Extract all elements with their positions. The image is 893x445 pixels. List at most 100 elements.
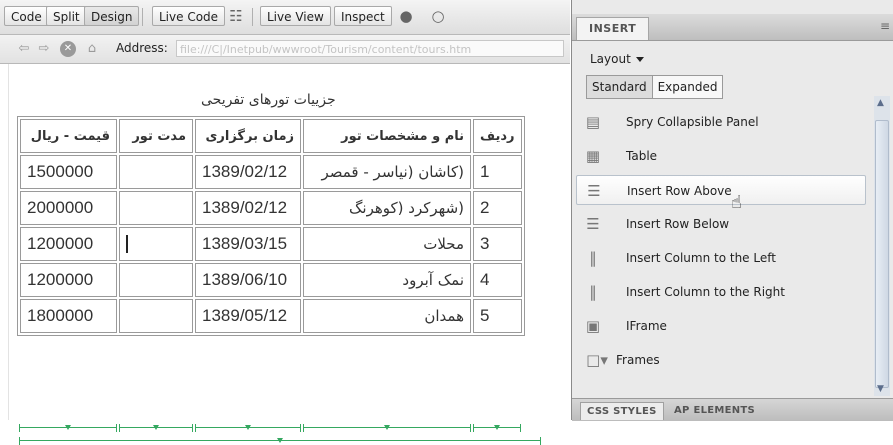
table-caption: جزییات تورهای تفریحی [201,92,336,108]
column-width-guide[interactable] [473,424,521,432]
insert-row-below-icon: ☰ [586,215,600,233]
address-input[interactable]: file:///C|/Inetpub/wwwroot/Tourism/conte… [176,40,564,57]
table-row: 1800000 1389/05/12 همدان 5 [20,299,522,333]
live-code-button[interactable]: Live Code [152,6,226,26]
table-cell-row-number[interactable]: 3 [473,227,522,261]
visual-aids-icon[interactable]: ○ [428,7,448,25]
scrollbar-thumb[interactable] [875,120,889,388]
table-row: 2000000 1389/02/12 (شهرکرد (کوهرنگ 2 [20,191,522,225]
back-arrow-icon[interactable]: ⇦ [16,41,32,57]
spry-collapsible-panel-icon: ▤ [585,113,601,131]
list-item-label: Spry Collapsible Panel [626,115,759,129]
table-cell-row-number[interactable]: 2 [473,191,522,225]
header-cell-row-number[interactable]: ردیف [473,119,522,153]
column-width-guides [19,424,539,434]
code-view-button[interactable]: Code [4,6,49,26]
column-width-guide[interactable] [195,424,301,432]
table-cell-row-number[interactable]: 4 [473,263,522,297]
column-width-guide[interactable] [19,424,117,432]
insert-column-left-icon: ‖ [589,249,597,267]
text-caret [126,235,128,254]
live-view-button[interactable]: Live View [260,6,331,26]
address-label: Address: [116,41,168,55]
list-item-label: Insert Column to the Left [626,251,776,265]
list-item-table[interactable]: ▦ Table [576,141,866,171]
toolbar-divider [252,8,253,26]
column-width-guide[interactable] [303,424,471,432]
insert-row-above-icon: ☰ [587,182,601,200]
table-cell-price[interactable]: 1500000 [20,155,117,189]
list-item-insert-row-above[interactable]: ☰ Insert Row Above ☝ [576,175,866,213]
forward-arrow-icon[interactable]: ⇨ [36,41,52,57]
list-item-label: Insert Row Below [626,217,730,231]
table-cell-duration[interactable] [119,263,193,297]
table-cell-date[interactable]: 1389/02/12 [195,191,301,225]
dropdown-arrow-icon [635,57,644,62]
panel-group-footer: CSS STYLES AP ELEMENTS [572,398,893,421]
header-cell-duration[interactable]: مدت تور [119,119,193,153]
panel-options-icon[interactable]: ≡ [880,19,890,33]
table-cell-tour-name[interactable]: محلات [303,227,471,261]
page-canvas: جزییات تورهای تفریحی قیمت - ریال مدت تور… [8,64,571,445]
globe-icon[interactable]: ● [396,7,416,25]
tab-ap-elements[interactable]: AP ELEMENTS [668,402,761,419]
table-header-row: قیمت - ریال مدت تور زمان برگزاری نام و م… [20,119,522,153]
table-cell-price[interactable]: 1800000 [20,299,117,333]
home-icon[interactable]: ⌂ [84,41,100,57]
category-label: Layout [590,52,631,66]
insert-panel: INSERT ≡ Layout Standard Expanded ▤ Spry… [571,0,893,421]
scroll-up-arrow-icon[interactable]: ▲ [877,98,884,108]
list-item-insert-column-left[interactable]: ‖ Insert Column to the Left [576,243,866,273]
list-item-insert-column-right[interactable]: ‖ Insert Column to the Right [576,277,866,307]
panel-scrollbar[interactable]: ▲ ▼ [874,96,890,396]
stop-icon[interactable]: ✕ [60,41,76,57]
tab-expanded[interactable]: Expanded [653,76,723,98]
table-row: 1200000 1389/06/10 نمک آبرود 4 [20,263,522,297]
insert-panel-tab[interactable]: INSERT [576,17,650,40]
insert-column-right-icon: ‖ [589,283,597,301]
table-cell-date[interactable]: 1389/06/10 [195,263,301,297]
table-width-guide[interactable] [19,437,541,445]
column-width-guide[interactable] [119,424,193,432]
table-cell-price[interactable]: 2000000 [20,191,117,225]
table-cell-date[interactable]: 1389/03/15 [195,227,301,261]
panel-header: INSERT ≡ [572,14,893,41]
inspect-button[interactable]: Inspect [334,6,392,26]
tab-standard[interactable]: Standard [587,76,653,98]
tours-table[interactable]: قیمت - ریال مدت تور زمان برگزاری نام و م… [17,116,525,336]
table-cell-duration[interactable] [119,155,193,189]
table-cell-date[interactable]: 1389/05/12 [195,299,301,333]
split-view-button[interactable]: Split [46,6,87,26]
table-cell-price[interactable]: 1200000 [20,263,117,297]
list-item-insert-row-below[interactable]: ☰ Insert Row Below [576,209,866,239]
list-item-iframe[interactable]: ▣ IFrame [576,311,866,341]
table-cell-row-number[interactable]: 5 [473,299,522,333]
table-row: 1500000 1389/02/12 (کاشان (نیاسر - قمصر … [20,155,522,189]
list-item-spry-collapsible-panel[interactable]: ▤ Spry Collapsible Panel [576,107,866,137]
table-cell-tour-name[interactable]: (کاشان (نیاسر - قمصر [303,155,471,189]
design-view-button[interactable]: Design [84,6,140,26]
insert-items-list: ▤ Spry Collapsible Panel ▦ Table ☰ Inser… [576,103,872,393]
table-cell-price[interactable]: 1200000 [20,227,117,261]
list-item-frames[interactable]: □▾ Frames [576,345,866,375]
table-row: 1200000 1389/03/15 محلات 3 [20,227,522,261]
scroll-down-arrow-icon[interactable]: ▼ [877,384,884,394]
category-menu[interactable]: Layout [590,52,644,66]
table-cell-duration-active[interactable] [119,227,193,261]
header-cell-tour-name[interactable]: نام و مشخصات تور [303,119,471,153]
table-cell-row-number[interactable]: 1 [473,155,522,189]
table-icon: ▦ [585,147,601,165]
tab-css-styles[interactable]: CSS STYLES [580,402,664,420]
header-cell-date[interactable]: زمان برگزاری [195,119,301,153]
table-cell-tour-name[interactable]: نمک آبرود [303,263,471,297]
table-cell-tour-name[interactable]: همدان [303,299,471,333]
list-item-label: Table [626,149,658,163]
header-cell-price[interactable]: قیمت - ریال [20,119,117,153]
document-toolbar: Code Split Design Live Code ☷ Live View … [0,0,570,35]
file-status-icon[interactable]: ☷ [226,7,246,25]
table-cell-tour-name[interactable]: (شهرکرد (کوهرنگ [303,191,471,225]
table-cell-duration[interactable] [119,191,193,225]
table-cell-date[interactable]: 1389/02/12 [195,155,301,189]
table-cell-duration[interactable] [119,299,193,333]
mode-tabs: Standard Expanded [586,75,724,99]
